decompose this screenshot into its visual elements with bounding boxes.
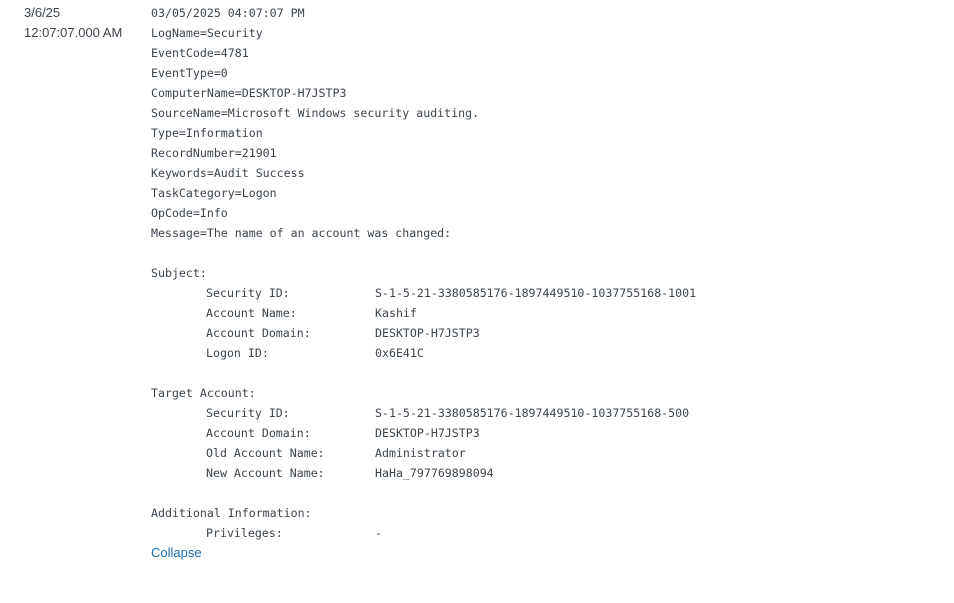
event-field-sourcename: SourceName=Microsoft Windows security au… (151, 106, 480, 120)
target-new-account-name: New Account Name: HaHa_797769898094 (151, 463, 494, 483)
field-label: Security ID: (206, 286, 290, 300)
event-date: 3/6/25 (24, 5, 61, 20)
event-time: 12:07:07.000 AM (24, 25, 123, 40)
event-field-keywords: Keywords=Audit Success (151, 166, 305, 180)
field-value: Kashif (375, 306, 417, 320)
field-label: Account Domain: (206, 426, 311, 440)
field-label: Privileges: (206, 526, 283, 540)
field-label: Account Name: (206, 306, 297, 320)
target-account-domain: Account Domain: DESKTOP-H7JSTP3 (151, 423, 480, 443)
field-label: Old Account Name: (206, 446, 325, 460)
field-label: New Account Name: (206, 466, 325, 480)
target-security-id: Security ID: S-1-5-21-3380585176-1897449… (151, 403, 689, 423)
field-value: DESKTOP-H7JSTP3 (375, 326, 480, 340)
subject-account-domain: Account Domain: DESKTOP-H7JSTP3 (151, 323, 480, 343)
field-value: S-1-5-21-3380585176-1897449510-103775516… (375, 406, 690, 420)
field-value: S-1-5-21-3380585176-1897449510-103775516… (375, 286, 697, 300)
field-label: Security ID: (206, 406, 290, 420)
event-raw-text: 03/05/2025 04:07:07 PM LogName=Security … (151, 3, 696, 543)
field-value: 0x6E41C (375, 346, 424, 360)
field-value: DESKTOP-H7JSTP3 (375, 426, 480, 440)
target-account-heading: Target Account: (151, 386, 256, 400)
event-field-eventtype: EventType=0 (151, 66, 228, 80)
event-timestamp: 3/6/25 12:07:07.000 AM (24, 3, 122, 43)
event-field-recordnumber: RecordNumber=21901 (151, 146, 277, 160)
collapse-link[interactable]: Collapse (151, 543, 202, 563)
event-field-type: Type=Information (151, 126, 263, 140)
event-field-logname: LogName=Security (151, 26, 263, 40)
field-label: Logon ID: (206, 346, 269, 360)
field-value: HaHa_797769898094 (375, 466, 494, 480)
subject-account-name: Account Name: Kashif (151, 303, 479, 323)
subject-logon-id: Logon ID: 0x6E41C (151, 343, 479, 363)
event-field-taskcategory: TaskCategory=Logon (151, 186, 277, 200)
event-field-computername: ComputerName=DESKTOP-H7JSTP3 (151, 86, 347, 100)
additional-info-heading: Additional Information: (151, 506, 312, 520)
field-value: - (375, 526, 382, 540)
field-value: Administrator (375, 446, 466, 460)
additional-privileges: Privileges: - (151, 523, 479, 543)
event-header-time: 03/05/2025 04:07:07 PM (151, 6, 305, 20)
target-old-account-name: Old Account Name: Administrator (151, 443, 479, 463)
event-field-opcode: OpCode=Info (151, 206, 228, 220)
event-field-eventcode: EventCode=4781 (151, 46, 249, 60)
subject-heading: Subject: (151, 266, 207, 280)
field-label: Account Domain: (206, 326, 311, 340)
subject-security-id: Security ID: S-1-5-21-3380585176-1897449… (151, 283, 696, 303)
event-field-message: Message=The name of an account was chang… (151, 226, 452, 240)
